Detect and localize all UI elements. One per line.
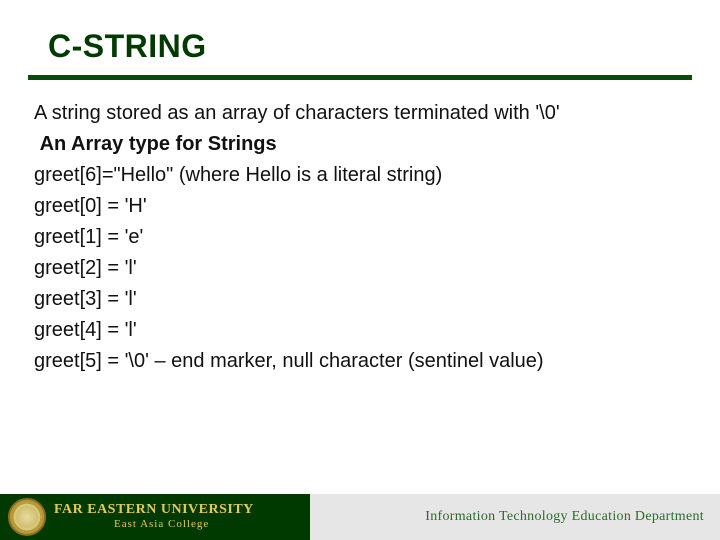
body-line: greet[5] = '\0' – end marker, null chara…	[34, 346, 692, 377]
body-line: greet[6]="Hello" (where Hello is a liter…	[34, 160, 692, 191]
university-seal-icon	[8, 498, 46, 536]
body-line: greet[4] = 'l'	[34, 315, 692, 346]
body-line: greet[2] = 'l'	[34, 253, 692, 284]
footer-left: FAR EASTERN UNIVERSITY East Asia College	[0, 494, 310, 540]
slide-title: C-STRING	[0, 0, 720, 71]
body-line: An Array type for Strings	[34, 129, 692, 160]
body-line: A string stored as an array of character…	[34, 98, 692, 129]
university-line1: FAR EASTERN UNIVERSITY	[54, 503, 254, 518]
slide-body: A string stored as an array of character…	[0, 80, 720, 377]
university-line2: East Asia College	[54, 519, 254, 531]
footer: FAR EASTERN UNIVERSITY East Asia College…	[0, 494, 720, 540]
body-line: greet[3] = 'l'	[34, 284, 692, 315]
university-name: FAR EASTERN UNIVERSITY East Asia College	[54, 503, 254, 530]
body-emphasis: An Array type for Strings	[40, 133, 277, 155]
body-line: greet[0] = 'H'	[34, 191, 692, 222]
footer-right: Information Technology Education Departm…	[310, 494, 720, 540]
body-line: greet[1] = 'e'	[34, 222, 692, 253]
department-name: Information Technology Education Departm…	[425, 509, 704, 525]
slide: C-STRING A string stored as an array of …	[0, 0, 720, 540]
